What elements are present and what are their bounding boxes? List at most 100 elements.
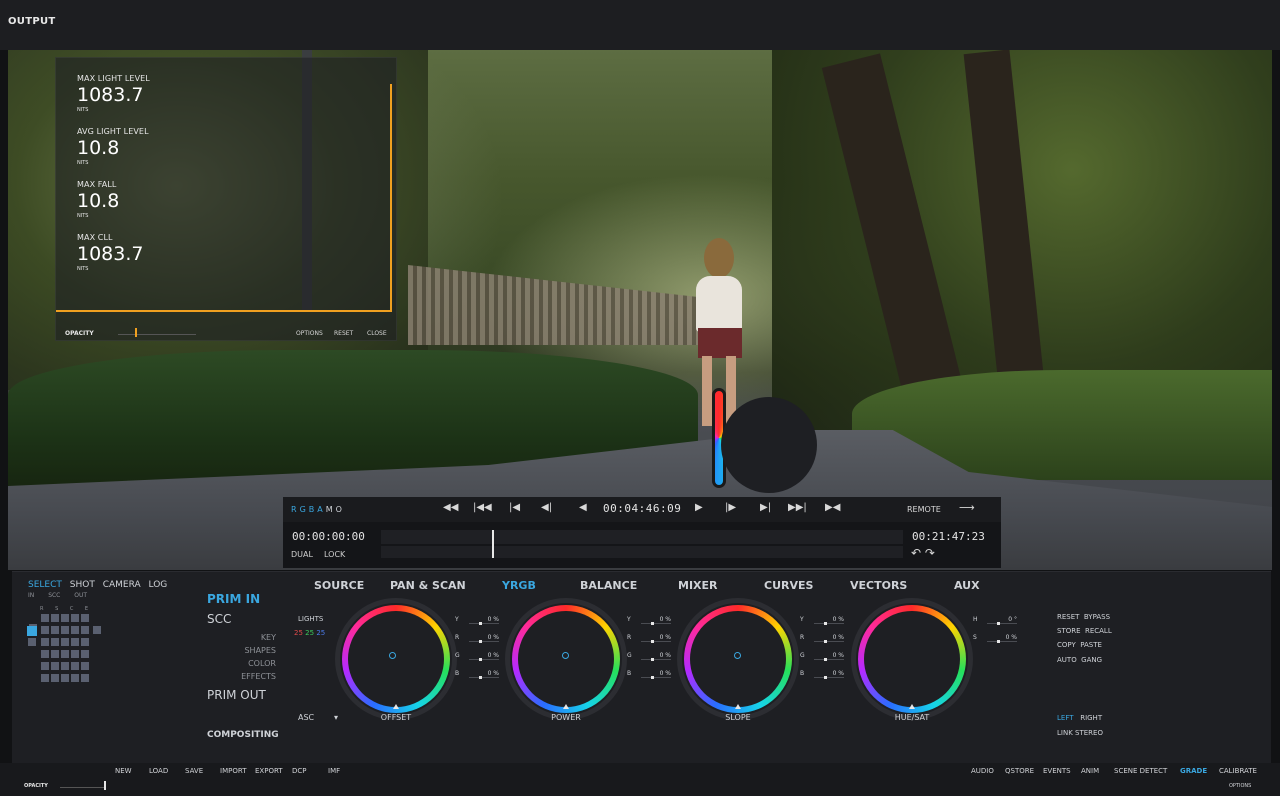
sat-param[interactable]: S 0 % [973,634,1017,643]
step-back-button[interactable]: ◀| [541,502,552,513]
save-button[interactable]: SAVE [185,767,203,775]
hdr-opacity-handle[interactable] [135,328,137,337]
param-handle[interactable] [997,622,1000,625]
hdr-options-button[interactable]: OPTIONS [296,330,323,337]
grid-cell[interactable] [51,614,59,622]
param-handle[interactable] [479,676,482,679]
param-handle[interactable] [479,658,482,661]
offset-wheel[interactable] [342,605,450,713]
tab-select[interactable]: SELECT [28,580,62,590]
power-param-r[interactable]: R 0 % [627,634,671,643]
paste-button[interactable]: PASTE [1080,641,1102,649]
audio-button[interactable]: AUDIO [971,767,994,775]
channel-b[interactable]: B [309,505,318,514]
tab-mixer[interactable]: MIXER [678,579,718,592]
remote-button[interactable]: REMOTE [907,505,941,514]
arrow-right-icon[interactable]: ⟶ [959,501,975,514]
grid-cell[interactable] [28,638,36,646]
grade-button[interactable]: GRADE [1180,767,1207,775]
undo-redo-icon[interactable]: ↶ ↷ [911,546,935,560]
tab-shot[interactable]: SHOT [70,580,95,590]
last-frame-button[interactable]: ▶◀ [825,502,840,513]
opacity-slider[interactable] [60,787,104,788]
step-forward-button[interactable]: |▶ [725,502,736,513]
timeline-track-secondary[interactable] [381,546,903,558]
qstore-button[interactable]: QSTORE [1005,767,1034,775]
grid-cell[interactable] [81,662,89,670]
next-mark-button[interactable]: ▶| [760,502,771,513]
timecode-out[interactable]: 00:21:47:23 [912,530,985,543]
lights-values[interactable]: 25 25 25 [294,629,325,637]
param-value[interactable]: 0 ° [987,616,1017,624]
light-blue[interactable]: 25 [316,629,325,637]
channel-a[interactable]: A [317,505,325,514]
dual-button[interactable]: DUAL [291,550,313,559]
param-value[interactable]: 0 % [469,634,499,642]
dcp-button[interactable]: DCP [292,767,307,775]
slope-param-y[interactable]: Y 0 % [800,616,844,625]
copy-button[interactable]: COPY [1057,641,1076,649]
current-timecode[interactable]: 00:04:46:09 [603,502,681,515]
param-handle[interactable] [824,658,827,661]
param-value[interactable]: 0 % [469,616,499,624]
grid-cell[interactable] [41,674,49,682]
grid-cell[interactable] [41,650,49,658]
prim-out-section[interactable]: PRIM OUT [207,688,266,702]
playhead[interactable] [492,530,494,558]
grid-cell[interactable] [41,626,49,634]
power-param-g[interactable]: G 0 % [627,652,671,661]
compositing-section[interactable]: COMPOSITING [207,730,279,740]
hdr-reset-button[interactable]: RESET [334,330,353,337]
param-handle[interactable] [824,640,827,643]
opacity-handle[interactable] [104,781,106,790]
power-param-b[interactable]: B 0 % [627,670,671,679]
grid-cell[interactable] [81,614,89,622]
param-value[interactable]: 0 % [469,652,499,660]
power-param-y[interactable]: Y 0 % [627,616,671,625]
slope-param-b[interactable]: B 0 % [800,670,844,679]
next-clip-button[interactable]: ▶▶| [788,502,807,513]
grid-cell[interactable] [71,674,79,682]
import-button[interactable]: IMPORT [220,767,246,775]
previous-clip-button[interactable]: |◀◀ [473,502,492,513]
param-value[interactable]: 0 % [641,634,671,642]
slope-wheel-puck[interactable] [734,652,741,659]
bypass-button[interactable]: BYPASS [1084,613,1110,621]
param-value[interactable]: 0 % [469,670,499,678]
param-value[interactable]: 0 % [814,652,844,660]
stereo-left-button[interactable]: LEFT [1057,714,1074,722]
tab-curves[interactable]: CURVES [764,579,813,592]
slope-param-r[interactable]: R 0 % [800,634,844,643]
param-value[interactable]: 0 % [641,652,671,660]
grid-cell[interactable] [93,626,101,634]
sub-tab-out[interactable]: OUT [74,592,87,599]
export-button[interactable]: EXPORT [255,767,283,775]
hue-sat-wheel[interactable] [858,605,966,713]
anim-button[interactable]: ANIM [1081,767,1099,775]
options-button[interactable]: OPTIONS [1229,783,1251,789]
grid-cell[interactable] [81,638,89,646]
grid-cell[interactable] [71,614,79,622]
scc-key[interactable]: KEY [236,633,276,642]
grid-cell-selected[interactable] [27,626,37,636]
scc-section[interactable]: SCC [207,612,231,626]
offset-param-b[interactable]: B 0 % [455,670,499,679]
grid-cell[interactable] [41,638,49,646]
grid-cell[interactable] [71,650,79,658]
calibrate-button[interactable]: CALIBRATE [1219,767,1257,775]
grid-cell[interactable] [41,662,49,670]
param-handle[interactable] [479,622,482,625]
hdr-close-button[interactable]: CLOSE [367,330,387,337]
grid-cell[interactable] [81,626,89,634]
offset-wheel-puck[interactable] [389,652,396,659]
grid-cell[interactable] [61,650,69,658]
grid-cell[interactable] [71,662,79,670]
param-handle[interactable] [651,658,654,661]
offset-param-r[interactable]: R 0 % [455,634,499,643]
asc-mode-select[interactable]: ASC [298,713,314,722]
tab-vectors[interactable]: VECTORS [850,579,907,592]
stereo-right-button[interactable]: RIGHT [1080,714,1102,722]
grid-cell[interactable] [81,674,89,682]
param-handle[interactable] [479,640,482,643]
sub-tab-scc[interactable]: SCC [48,592,60,599]
